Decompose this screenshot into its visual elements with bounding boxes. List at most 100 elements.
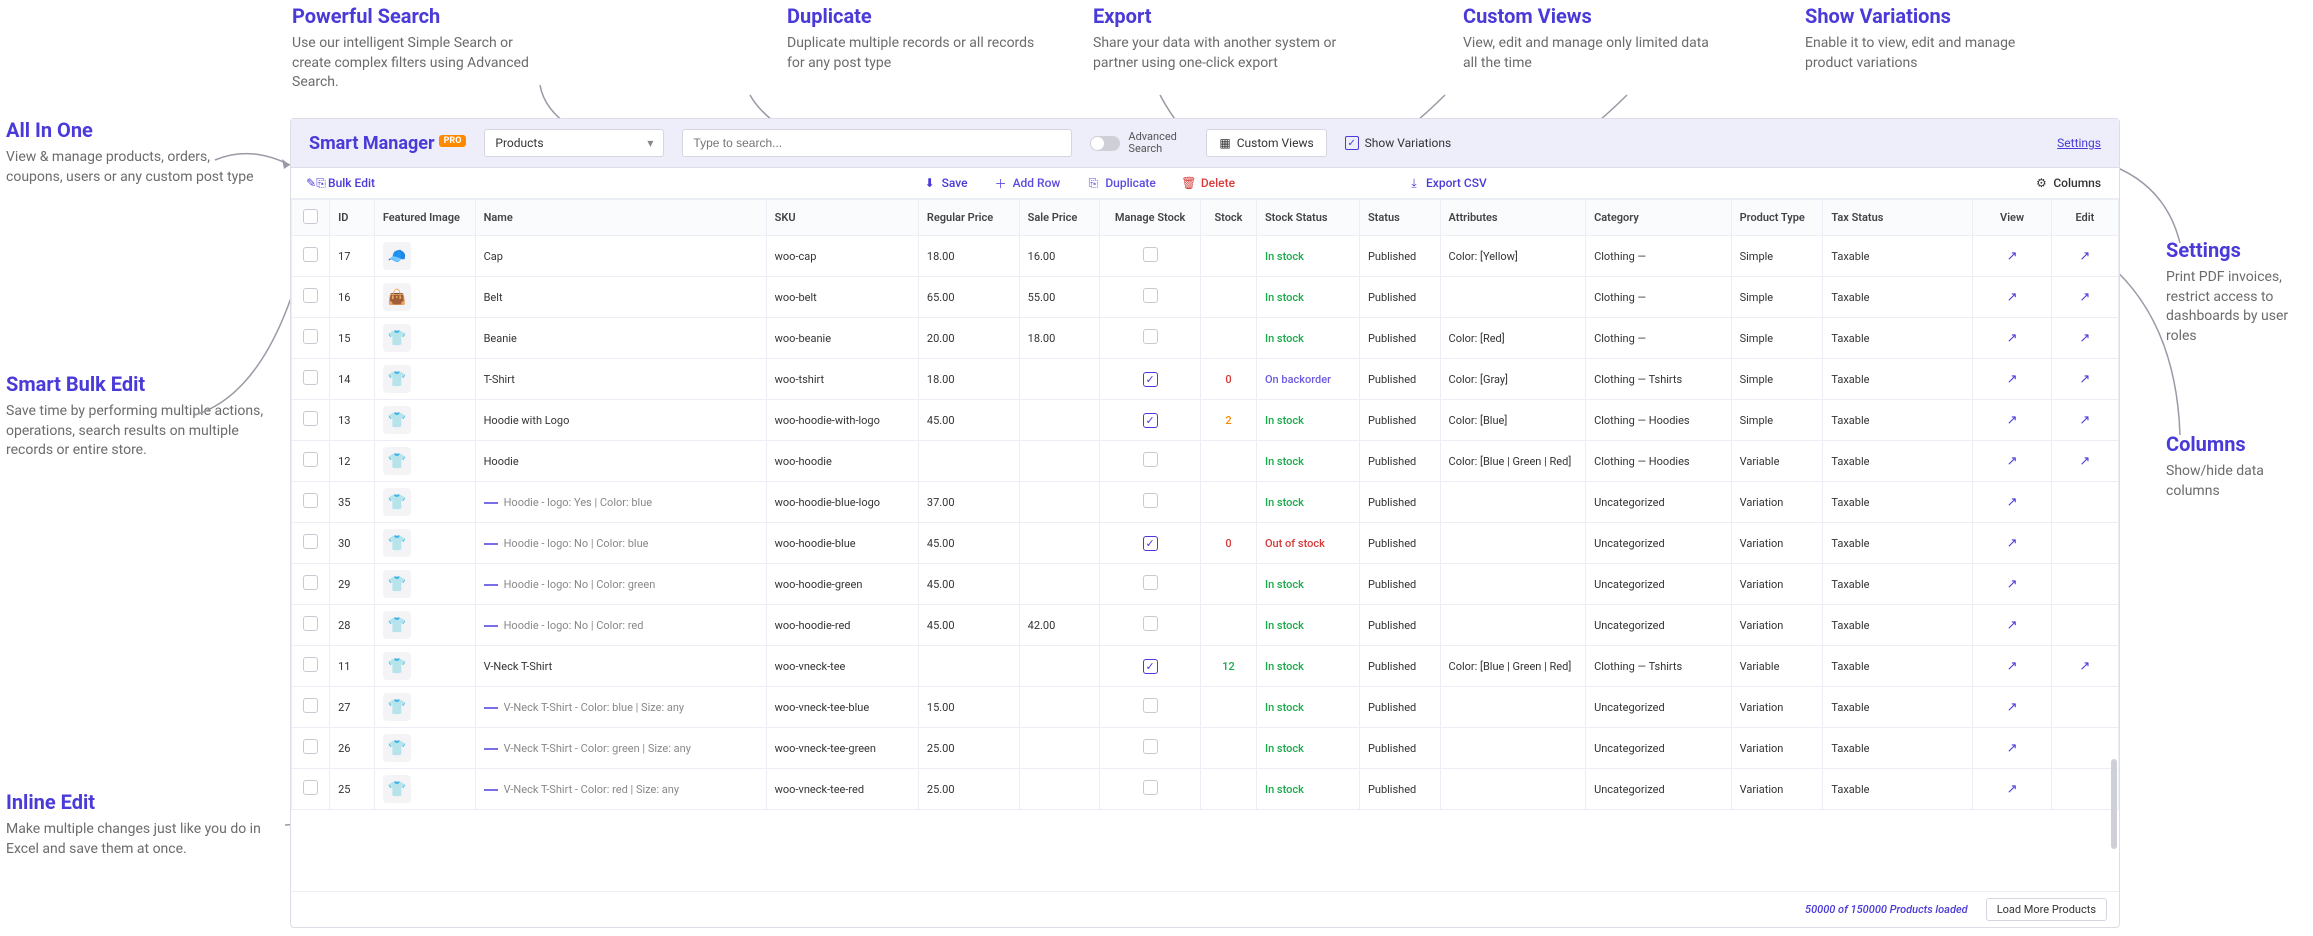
stock-status[interactable]: In stock [1265,701,1304,714]
column-header[interactable]: Featured Image [374,200,475,236]
column-header[interactable]: Tax Status [1823,200,1973,236]
add-row-button[interactable]: ＋ Add Row [994,176,1061,190]
featured-image-thumb[interactable]: 👕 [383,529,411,557]
cell-attributes[interactable]: Color: [Blue | Green | Red] [1440,646,1586,687]
cell-tax-status[interactable]: Taxable [1823,769,1973,810]
column-header[interactable]: Stock Status [1256,200,1359,236]
cell-sku[interactable]: woo-hoodie-with-logo [766,400,918,441]
cell-product-type[interactable]: Variation [1731,605,1823,646]
cell-sale-price[interactable] [1019,441,1100,482]
view-link-icon[interactable]: ↗ [2007,249,2018,264]
view-link-icon[interactable]: ↗ [2007,290,2018,305]
row-checkbox[interactable] [303,247,318,262]
cell-sale-price[interactable] [1019,769,1100,810]
cell-regular-price[interactable]: 37.00 [918,482,1019,523]
featured-image-thumb[interactable]: 👕 [383,324,411,352]
select-all-checkbox[interactable] [303,209,318,224]
cell-attributes[interactable] [1440,728,1586,769]
manage-stock-checkbox[interactable] [1143,780,1158,795]
manage-stock-checkbox[interactable] [1143,493,1158,508]
cell-sku[interactable]: woo-beanie [766,318,918,359]
column-header[interactable]: ID [330,200,375,236]
cell-sale-price[interactable]: 42.00 [1019,605,1100,646]
cell-sku[interactable]: woo-vneck-tee [766,646,918,687]
cell-attributes[interactable] [1440,482,1586,523]
stock-status[interactable]: In stock [1265,619,1304,632]
cell-id[interactable]: 16 [330,277,375,318]
cell-regular-price[interactable]: 65.00 [918,277,1019,318]
column-header[interactable]: Name [475,200,766,236]
view-link-icon[interactable]: ↗ [2007,536,2018,551]
featured-image-thumb[interactable]: 👕 [383,693,411,721]
column-header[interactable]: SKU [766,200,918,236]
cell-tax-status[interactable]: Taxable [1823,564,1973,605]
cell-category[interactable]: Uncategorized [1586,523,1732,564]
row-checkbox[interactable] [303,616,318,631]
columns-button[interactable]: ⚙ Columns [2034,176,2101,190]
product-name[interactable]: Hoodie - logo: No | Color: blue [504,537,649,550]
cell-sku[interactable]: woo-hoodie-blue [766,523,918,564]
cell-regular-price[interactable] [918,441,1019,482]
cell-product-type[interactable]: Variation [1731,564,1823,605]
cell-tax-status[interactable]: Taxable [1823,605,1973,646]
cell-regular-price[interactable] [918,646,1019,687]
featured-image-thumb[interactable]: 👕 [383,488,411,516]
stock-status[interactable]: On backorder [1265,373,1331,386]
cell-status[interactable]: Published [1359,277,1440,318]
stock-value[interactable]: 0 [1225,373,1231,386]
cell-category[interactable]: Clothing — Tshirts [1586,359,1732,400]
stock-status[interactable]: In stock [1265,291,1304,304]
cell-regular-price[interactable]: 15.00 [918,687,1019,728]
cell-status[interactable]: Published [1359,236,1440,277]
cell-id[interactable]: 14 [330,359,375,400]
search-input[interactable] [682,129,1072,157]
product-name[interactable]: Hoodie with Logo [484,414,570,427]
edit-link-icon[interactable]: ↗ [2079,372,2090,387]
cell-status[interactable]: Published [1359,646,1440,687]
cell-category[interactable]: Clothing — Tshirts [1586,646,1732,687]
row-checkbox[interactable] [303,780,318,795]
cell-product-type[interactable]: Variable [1731,646,1823,687]
stock-status[interactable]: In stock [1265,496,1304,509]
row-checkbox[interactable] [303,411,318,426]
cell-status[interactable]: Published [1359,482,1440,523]
cell-id[interactable]: 30 [330,523,375,564]
row-checkbox[interactable] [303,288,318,303]
cell-status[interactable]: Published [1359,441,1440,482]
cell-product-type[interactable]: Variable [1731,441,1823,482]
product-name[interactable]: V-Neck T-Shirt [484,660,553,673]
column-header[interactable]: Status [1359,200,1440,236]
view-link-icon[interactable]: ↗ [2007,700,2018,715]
cell-attributes[interactable] [1440,769,1586,810]
edit-link-icon[interactable]: ↗ [2079,331,2090,346]
cell-tax-status[interactable]: Taxable [1823,646,1973,687]
scrollbar-thumb[interactable] [2111,759,2117,849]
cell-sale-price[interactable]: 55.00 [1019,277,1100,318]
cell-attributes[interactable]: Color: [Gray] [1440,359,1586,400]
stock-status[interactable]: In stock [1265,660,1304,673]
featured-image-thumb[interactable]: 👕 [383,611,411,639]
cell-status[interactable]: Published [1359,523,1440,564]
cell-status[interactable]: Published [1359,728,1440,769]
cell-id[interactable]: 11 [330,646,375,687]
cell-regular-price[interactable]: 18.00 [918,236,1019,277]
cell-regular-price[interactable]: 20.00 [918,318,1019,359]
load-more-button[interactable]: Load More Products [1986,898,2107,921]
cell-id[interactable]: 17 [330,236,375,277]
product-name[interactable]: Hoodie - logo: No | Color: red [504,619,644,632]
view-link-icon[interactable]: ↗ [2007,659,2018,674]
cell-product-type[interactable]: Variation [1731,728,1823,769]
product-name[interactable]: Beanie [484,332,517,345]
cell-attributes[interactable] [1440,564,1586,605]
cell-category[interactable]: Clothing — [1586,318,1732,359]
featured-image-thumb[interactable]: 🧢 [383,242,411,270]
cell-tax-status[interactable]: Taxable [1823,236,1973,277]
cell-sku[interactable]: woo-hoodie [766,441,918,482]
column-header[interactable]: Category [1586,200,1732,236]
cell-tax-status[interactable]: Taxable [1823,359,1973,400]
row-checkbox[interactable] [303,329,318,344]
cell-category[interactable]: Uncategorized [1586,687,1732,728]
settings-link[interactable]: Settings [2057,136,2101,150]
column-header[interactable]: Product Type [1731,200,1823,236]
product-name[interactable]: V-Neck T-Shirt - Color: blue | Size: any [504,701,685,714]
